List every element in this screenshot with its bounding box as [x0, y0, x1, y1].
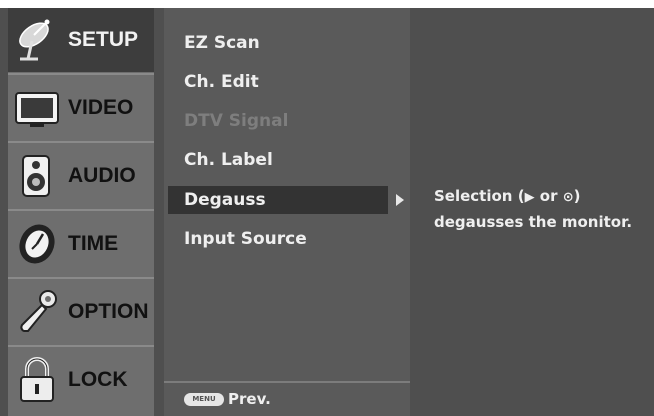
- category-divider: [8, 141, 154, 143]
- tv-screen-icon: [15, 92, 59, 127]
- footer-divider: [164, 381, 410, 383]
- help-text: or: [534, 187, 563, 205]
- wrench-icon: [20, 290, 57, 332]
- category-label: LOCK: [68, 368, 128, 391]
- enter-button-icon: ⊙: [562, 190, 574, 205]
- satellite-dish-icon: [19, 19, 50, 61]
- clock-icon: [19, 224, 55, 264]
- prev-hint[interactable]: MENU Prev.: [184, 388, 271, 410]
- padlock-icon: [20, 357, 54, 402]
- tv-menu-screen: SETUP VIDEO AUDIO TIME OPTION LOCK EZ Sc…: [0, 8, 654, 416]
- menu-item-degauss[interactable]: Degauss: [184, 187, 266, 213]
- category-divider: [8, 73, 154, 75]
- category-label: SETUP: [68, 28, 139, 51]
- category-setup[interactable]: SETUP: [8, 8, 154, 72]
- menu-item-input-source[interactable]: Input Source: [184, 226, 307, 252]
- category-label: VIDEO: [68, 96, 134, 119]
- menu-item-ch-edit[interactable]: Ch. Edit: [184, 69, 259, 95]
- category-video[interactable]: VIDEO: [8, 76, 154, 140]
- right-arrow-icon: ▶: [524, 190, 535, 205]
- category-divider: [8, 345, 154, 347]
- category-time[interactable]: TIME: [8, 212, 154, 276]
- category-lock[interactable]: LOCK: [8, 348, 154, 412]
- category-label: OPTION: [68, 300, 149, 323]
- category-label: TIME: [68, 232, 119, 255]
- menu-item-ez-scan[interactable]: EZ Scan: [184, 30, 260, 56]
- help-line-2: degausses the monitor.: [434, 213, 633, 231]
- speaker-icon: [22, 155, 50, 197]
- setup-submenu: EZ Scan Ch. Edit DTV Signal Ch. Label De…: [164, 8, 410, 416]
- menu-item-ch-label[interactable]: Ch. Label: [184, 147, 273, 173]
- category-sidebar: SETUP VIDEO AUDIO TIME OPTION LOCK: [8, 8, 154, 416]
- submenu-arrow-icon: [396, 194, 404, 206]
- help-line-1: Selection (▶ or ⊙): [434, 184, 654, 210]
- menu-key-label: MENU: [192, 394, 216, 403]
- help-text: Selection (: [434, 187, 525, 205]
- category-label: AUDIO: [68, 164, 136, 187]
- help-text: ): [573, 187, 581, 205]
- category-audio[interactable]: AUDIO: [8, 144, 154, 208]
- category-divider: [8, 277, 154, 279]
- menu-item-dtv-signal: DTV Signal: [184, 111, 289, 131]
- category-option[interactable]: OPTION: [8, 280, 154, 344]
- menu-key-icon: MENU: [184, 392, 224, 406]
- help-description: Selection (▶ or ⊙) degausses the monitor…: [434, 184, 654, 234]
- prev-label: Prev.: [228, 390, 271, 408]
- category-divider: [8, 209, 154, 211]
